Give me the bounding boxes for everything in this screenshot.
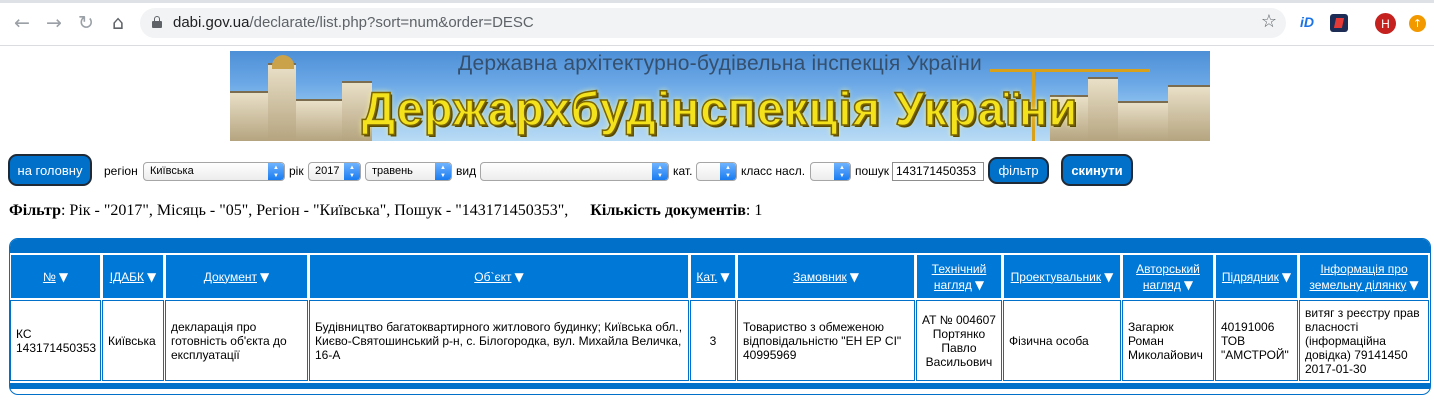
column-header-number[interactable]: № ▼ [10,254,101,299]
chevron-updown-icon: ▲ ▼ [652,163,668,180]
chevron-updown-icon: ▲ ▼ [344,163,360,180]
column-header-label: Підрядник [1221,269,1279,284]
avatar[interactable]: Н [1375,13,1396,34]
column-header-label-line2: нагляд [1142,277,1181,292]
table-footer-bar [10,383,1430,389]
column-header-label: Кат. [696,269,718,284]
document-count-label: Кількість документів [590,202,746,219]
extension-icon[interactable]: iD [1300,14,1318,32]
column-header-label: Інформація про [1320,261,1408,276]
sort-down-icon: ▼ [720,269,730,284]
sort-down-icon: ▼ [260,269,270,284]
column-header-document[interactable]: Документ ▼ [165,254,308,299]
column-header-label: Об`єкт [474,269,512,284]
sort-down-icon: ▼ [1183,277,1194,292]
column-header-label: Технічний [931,261,987,276]
class-select[interactable]: ▲ ▼ [810,162,851,181]
chevron-updown-icon: ▲ ▼ [834,163,850,180]
sort-down-icon: ▼ [974,277,985,292]
search-input[interactable]: 143171450353 [892,162,984,181]
table-cell-author-supervision: Загарюк Роман Миколайович [1122,300,1214,381]
home-icon[interactable]: ⌂ [107,12,129,34]
table-cell-designer: Фізична особа [1003,300,1121,381]
table-cell-number: КС 143171450353 [10,300,101,381]
sort-down-icon: ▼ [849,269,860,284]
category-label: кат. [673,164,693,178]
document-count-value: : 1 [745,202,763,219]
banner-title: Держархбудінспекція України [361,81,1079,136]
column-header-idabk[interactable]: ІДАБК ▼ [102,254,164,299]
region-select[interactable]: Київська ▲ ▼ [143,162,285,181]
month-select[interactable]: травень ▲ ▼ [365,162,452,181]
search-label: пошук [855,164,890,178]
column-header-label: Документ [203,269,257,284]
column-header-land-info[interactable]: Інформація про земельну ділянку ▼ [1299,254,1429,299]
reset-button[interactable]: скинути [1061,154,1133,186]
lock-icon[interactable] [152,16,162,28]
table-cell-category: 3 [690,300,736,381]
column-header-label: Замовник [792,269,847,284]
column-header-label-line2: земельну ділянку [1309,277,1407,292]
sort-down-icon: ▼ [514,269,524,284]
sort-down-icon: ▼ [1104,269,1114,284]
month-select-value: травень [372,165,413,177]
region-select-value: Київська [150,165,194,177]
extension-icon[interactable] [1330,14,1348,32]
table-cell-document: декларація про готовність об'єкта до екс… [165,300,308,381]
back-icon[interactable]: ← [11,12,33,34]
banner-subtitle: Державна архітектурно-будівельна інспекц… [458,52,982,75]
column-header-label-line2: нагляд [933,277,972,292]
column-header-label: ІДАБК [109,269,145,284]
filter-summary-text: : Рік - "2017", Місяць - "05", Регіон - … [60,202,569,219]
address-bar[interactable]: dabi.gov.ua/declarate/list.php?sort=num&… [140,8,1286,38]
reload-icon[interactable]: ↻ [75,12,97,34]
sort-down-icon: ▼ [1281,269,1292,284]
forward-icon[interactable]: → [43,12,65,34]
chevron-updown-icon: ▲ ▼ [435,163,451,180]
tab-strip-edge [0,0,1434,3]
column-header-contractor[interactable]: Підрядник ▼ [1215,254,1298,299]
column-header-label: Авторський [1136,261,1200,276]
chevron-updown-icon: ▲ ▼ [268,163,284,180]
table-caption-bar [10,239,1430,253]
browser-toolbar: ← → ↻ ⌂ dabi.gov.ua/declarate/list.php?s… [0,0,1434,46]
home-button[interactable]: на головну [8,154,92,186]
site-banner: Державна архітектурно-будівельна інспекц… [230,51,1210,141]
table-cell-object: Будівництво багатоквартирного житлового … [309,300,689,381]
column-header-label: Проектувальник [1010,269,1102,284]
table-cell-contractor: 40191006 ТОВ "АМСТРОЙ" [1215,300,1298,381]
table-cell-technical-supervision: АТ № 004607 Портянко Павло Васильович [916,300,1002,381]
type-select[interactable]: ▲ ▼ [480,162,669,181]
column-header-object[interactable]: Об`єкт ▼ [309,254,689,299]
category-select[interactable]: ▲ ▼ [696,162,737,181]
column-header-technical-supervision[interactable]: Технічний нагляд ▼ [916,254,1002,299]
year-select[interactable]: 2017 ▲ ▼ [308,162,361,181]
column-header-designer[interactable]: Проектувальник ▼ [1003,254,1121,299]
region-label: регіон [104,164,138,178]
filter-summary: Фільтр: Рік - "2017", Місяць - "05", Рег… [9,202,762,220]
chevron-updown-icon: ▲ ▼ [720,163,736,180]
column-header-author-supervision[interactable]: Авторський нагляд ▼ [1122,254,1214,299]
year-label: рік [289,164,304,178]
class-label: класс насл. [741,164,806,178]
year-select-value: 2017 [315,165,340,177]
url-text[interactable]: dabi.gov.ua/declarate/list.php?sort=num&… [173,14,534,31]
column-header-customer[interactable]: Замовник ▼ [737,254,915,299]
table-cell-idabk: Київська [102,300,164,381]
column-header-label: № [42,269,56,284]
type-label: вид [456,164,477,178]
filter-summary-label: Фільтр [9,202,61,219]
column-header-category[interactable]: Кат. ▼ [690,254,736,299]
table-cell-customer: Товариство з обмеженою відповідальністю … [737,300,915,381]
url-path: /declarate/list.php?sort=num&order=DESC [249,14,534,31]
sort-down-icon: ▼ [147,269,157,284]
sort-down-icon: ▼ [1409,277,1419,292]
star-icon[interactable]: ☆ [1261,11,1277,32]
update-icon[interactable]: ↑ [1409,15,1426,32]
table-cell-land-info: витяг з реєстру прав власності (інформац… [1299,300,1429,381]
sort-down-icon: ▼ [58,269,69,284]
url-host: dabi.gov.ua [173,14,250,31]
filter-button[interactable]: фільтр [988,157,1049,184]
